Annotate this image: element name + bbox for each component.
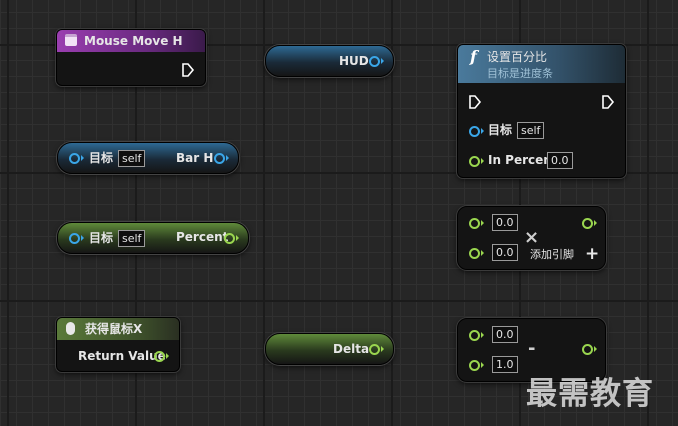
event-node-mouse-move-h[interactable]: Mouse Move H [56, 29, 206, 86]
in-percent-field[interactable]: 0.0 [547, 152, 573, 169]
event-icon [65, 34, 77, 46]
get-mouse-x-node[interactable]: 获得鼠标X Return Value [56, 317, 180, 372]
exec-output-pin[interactable] [181, 63, 195, 77]
event-node-title: Mouse Move H [84, 34, 183, 48]
subtract-output-pin[interactable] [582, 344, 597, 355]
hud-variable-node[interactable]: HUD [265, 45, 394, 77]
percent-target-field[interactable]: self [118, 230, 146, 247]
percent-target-pin[interactable] [69, 233, 84, 244]
multiply-input-b-pin[interactable] [469, 248, 484, 259]
multiply-node[interactable]: 0.0 0.0 × 添加引脚 + [457, 206, 606, 270]
add-pin-label[interactable]: 添加引脚 [530, 248, 574, 262]
barh-target-pin[interactable] [69, 153, 84, 164]
exec-input-pin[interactable] [468, 95, 482, 109]
watermark: 最需教育 [526, 376, 654, 412]
set-percent-target-field[interactable]: self [517, 122, 545, 139]
function-icon: f [470, 47, 477, 66]
set-percent-target-label: 目标 [488, 123, 513, 137]
in-percent-pin[interactable] [469, 156, 484, 167]
multiply-input-b-field[interactable]: 0.0 [492, 244, 518, 261]
mouse-return-label: Return Value [78, 349, 166, 363]
subtract-input-b-field[interactable]: 1.0 [492, 356, 518, 373]
subtract-input-a-field[interactable]: 0.0 [492, 326, 518, 343]
barh-getter-node[interactable]: 目标 self Bar H [57, 142, 239, 174]
barh-target-field[interactable]: self [118, 150, 146, 167]
mouse-icon [66, 322, 75, 335]
percent-output-pin[interactable] [224, 233, 239, 244]
add-pin-icon[interactable]: + [585, 245, 599, 263]
mouse-node-title: 获得鼠标X [85, 322, 143, 336]
exec-output-pin[interactable] [601, 95, 615, 109]
percent-output-label: Percent [176, 230, 229, 244]
hud-label: HUD [339, 54, 369, 68]
barh-output-pin[interactable] [214, 153, 229, 164]
subtract-input-b-pin[interactable] [469, 360, 484, 371]
percent-target-label: 目标 [89, 231, 114, 245]
delta-label: Delta [333, 342, 370, 356]
mouse-return-pin[interactable] [154, 351, 169, 362]
delta-variable-node[interactable]: Delta [265, 333, 394, 365]
multiply-operator-icon: × [524, 227, 540, 248]
hud-output-pin[interactable] [369, 56, 384, 67]
subtract-operator-icon: - [528, 338, 536, 359]
delta-output-pin[interactable] [369, 344, 384, 355]
set-percent-target-pin[interactable] [469, 126, 484, 137]
subtract-input-a-pin[interactable] [469, 330, 484, 341]
barh-target-label: 目标 [89, 151, 114, 165]
set-percent-title: 设置百分比 [487, 50, 548, 64]
multiply-input-a-field[interactable]: 0.0 [492, 214, 518, 231]
multiply-output-pin[interactable] [582, 218, 597, 229]
barh-output-label: Bar H [176, 151, 214, 165]
blueprint-graph-canvas[interactable]: Mouse Move H HUD 目标 self Bar H 目标 self P… [0, 0, 678, 426]
multiply-input-a-pin[interactable] [469, 218, 484, 229]
set-percent-subtitle: 目标是进度条 [487, 67, 553, 80]
set-percent-node[interactable]: f 设置百分比 目标是进度条 目标 self In Percent 0.0 [457, 44, 626, 178]
percent-getter-node[interactable]: 目标 self Percent [57, 222, 249, 254]
